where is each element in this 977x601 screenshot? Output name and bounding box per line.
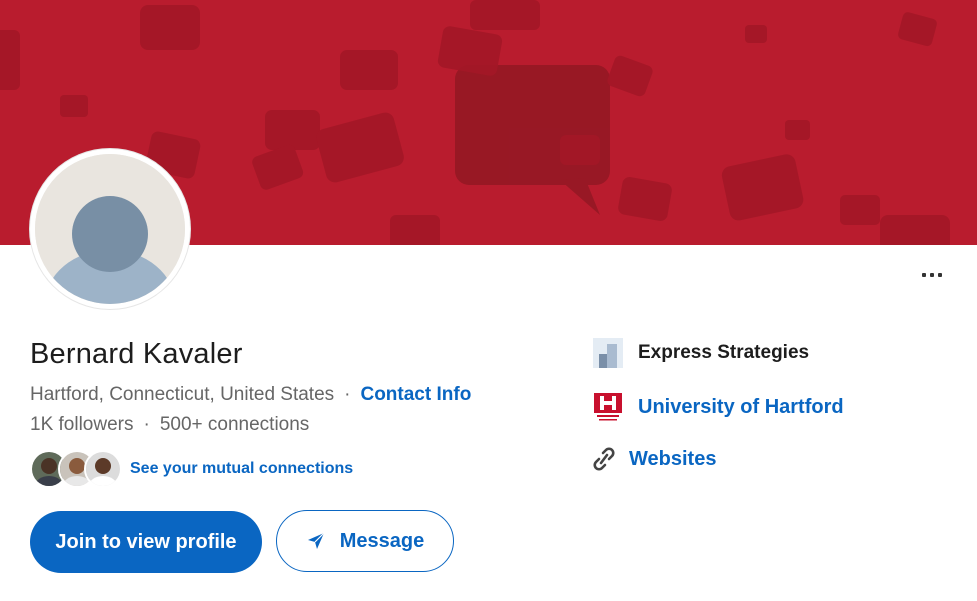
more-options-dot [930,273,934,277]
school-name: University of Hartford [638,395,844,418]
profile-name: Bernard Kavaler [30,338,243,370]
websites-label: Websites [629,447,717,470]
followers-count: 1K followers [30,414,134,435]
message-label: Message [339,529,425,552]
mutual-connections[interactable]: See your mutual connections [30,450,353,488]
websites-link[interactable]: Websites [593,446,716,472]
separator: · [344,384,351,405]
join-to-view-profile-button[interactable]: Join to view profile [30,511,262,573]
send-icon [307,532,325,549]
contact-info-link[interactable]: Contact Info [360,384,471,406]
mutual-connections-link[interactable]: See your mutual connections [130,460,353,478]
more-options-dot [938,273,942,277]
link-icon [593,447,615,471]
location-text: Hartford, Connecticut, United States [30,384,335,405]
university-of-hartford-logo [593,392,623,422]
location-row: Hartford, Connecticut, United States · C… [30,384,471,406]
more-options-button[interactable] [910,262,954,288]
profile-card: Bernard Kavaler Hartford, Connecticut, U… [0,0,977,601]
company-name: Express Strategies [638,342,810,363]
message-button[interactable]: Message [276,510,454,572]
avatar [30,149,190,309]
education-school[interactable]: University of Hartford [593,392,844,422]
more-options-icon [922,273,926,277]
separator: · [143,414,150,435]
mutual-avatar [84,450,122,488]
connections-count: 500+ connections [159,414,310,435]
current-company[interactable]: Express Strategies [593,338,809,368]
express-strategies-logo [593,338,623,368]
network-stats: 1K followers · 500+ connections [30,414,309,436]
mutual-connection-avatars [30,450,122,488]
default-avatar-icon [35,154,185,304]
